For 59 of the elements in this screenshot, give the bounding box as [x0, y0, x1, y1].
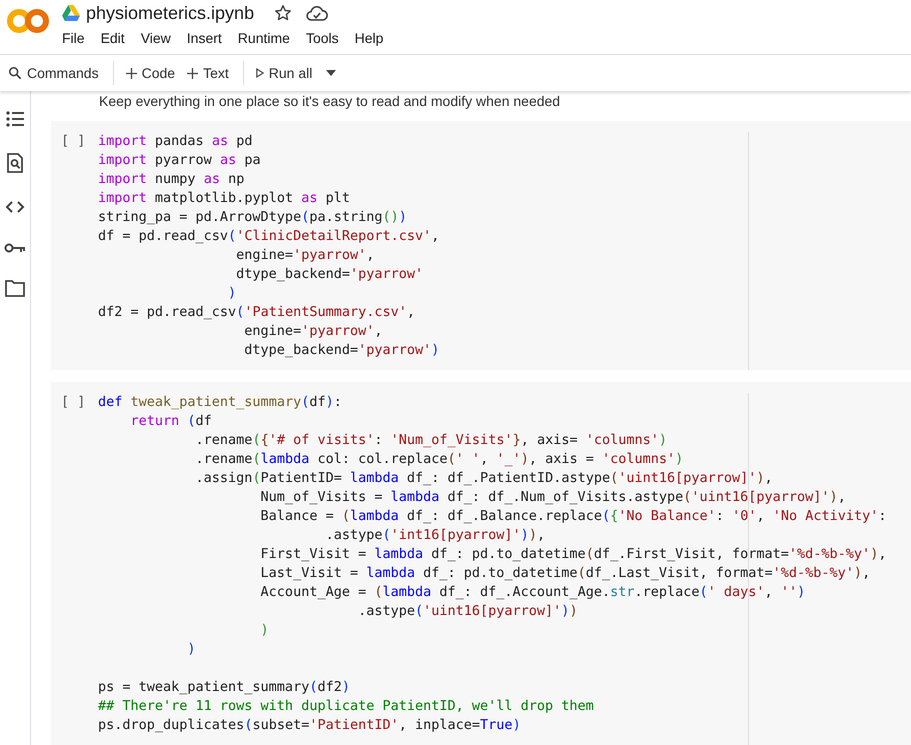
code-line: import matplotlib.pyplot as plt: [98, 189, 351, 208]
code-line: ps = tweak_patient_summary(df2): [98, 678, 351, 697]
code-line: ## There're 11 rows with duplicate PatientID, we'll drop them: [98, 697, 595, 716]
menu-item[interactable]: Runtime: [238, 28, 298, 48]
logo-icon[interactable]: [6, 7, 50, 35]
code-line: engine='pyarrow',: [235, 246, 376, 265]
code-line: import numpy as np: [98, 170, 246, 189]
menu-item[interactable]: Insert: [186, 28, 230, 48]
code-line: df2 = pd.read_csv('PatientSummary.csv',: [98, 303, 416, 322]
code-cell[interactable]: [51, 121, 911, 370]
code-line: .rename({'# of visits': 'Num_of_Visits'}, axis= 'columns'): [194, 431, 668, 450]
code-line: dtype_backend='pyarrow': [235, 265, 424, 284]
code-line: ): [227, 284, 238, 303]
menu-item[interactable]: Edit: [100, 28, 133, 48]
code-line: .rename(lambda col: col.replace(' ', '_'), axis = 'columns'): [194, 450, 684, 469]
document-search-icon[interactable]: [5, 153, 25, 173]
code-line: string_pa = pd.ArrowDtype(pa.string()): [98, 208, 408, 227]
star-icon[interactable]: [274, 4, 292, 22]
code-line: First_Visit = lambda df_: pd.to_datetime(df_.First_Visit, format='%d-%b-%y'),: [260, 545, 887, 564]
code-line: engine='pyarrow',: [243, 322, 384, 341]
menu-item[interactable]: View: [140, 28, 179, 48]
drive-icon: [62, 5, 80, 21]
search-icon: [8, 66, 22, 80]
run-cell-brackets[interactable]: [ ]: [61, 132, 98, 360]
code-line: return (df: [130, 412, 213, 431]
code-line: df = pd.read_csv('ClinicDetailReport.csv',: [98, 227, 440, 246]
play-icon: [256, 68, 264, 78]
code-line: ps.drop_duplicates(subset='PatientID', inplace=True): [98, 716, 522, 735]
code-line: Balance = (lambda df_: df_.Balance.replace({'No Balance': '0', 'No Activity':: [260, 507, 887, 526]
code-line: ): [186, 640, 197, 659]
code-line: .astype('uint16[pyarrow]')): [357, 602, 579, 621]
code-line: Account_Age = (lambda df_: df_.Account_Age.str.replace(' days', ''): [260, 583, 806, 602]
code-line: import pyarrow as pa: [98, 151, 262, 170]
code-line: def tweak_patient_summary(df):: [98, 393, 343, 412]
code-cell[interactable]: [51, 382, 911, 745]
add-code-button[interactable]: Code: [122, 61, 184, 85]
plus-icon: [126, 68, 137, 78]
run-all-button[interactable]: Run all: [252, 61, 320, 85]
code-line: .astype('int16[pyarrow]')),: [324, 526, 546, 545]
plus-icon: [187, 68, 198, 78]
code-line: .assign(PatientID= lambda df_: df_.PatientID.astype('uint16[pyarrow]'),: [194, 469, 774, 488]
notebook-title[interactable]: physiometerics.ipynb: [86, 2, 254, 24]
code-line: ): [260, 621, 270, 640]
menu-item[interactable]: Tools: [306, 28, 347, 48]
cloud-check-icon[interactable]: [306, 4, 328, 22]
menu-item[interactable]: Help: [354, 28, 392, 48]
code-line: import pandas as pd: [98, 132, 254, 151]
folder-icon[interactable]: [5, 279, 25, 297]
add-text-button[interactable]: Text: [183, 61, 237, 85]
menu-item[interactable]: File: [62, 28, 93, 48]
code-line: Num_of_Visits = lambda df_: df_.Num_of_Visits.astype('uint16[pyarrow]'),: [260, 488, 847, 507]
code-line: dtype_backend='pyarrow'): [243, 341, 440, 360]
commands-button[interactable]: Commands: [4, 61, 107, 85]
list-icon[interactable]: [5, 109, 25, 129]
caret-icon[interactable]: [326, 70, 336, 76]
code-line: Last_Visit = lambda df_: pd.to_datetime(df_.Last_Visit, format='%d-%b-%y'),: [260, 564, 872, 583]
run-cell-brackets[interactable]: [ ]: [61, 393, 98, 735]
text-cell-paragraph: Keep everything in one place so it's easy to read and modify when needed: [98, 92, 562, 111]
key-icon[interactable]: [4, 241, 26, 255]
